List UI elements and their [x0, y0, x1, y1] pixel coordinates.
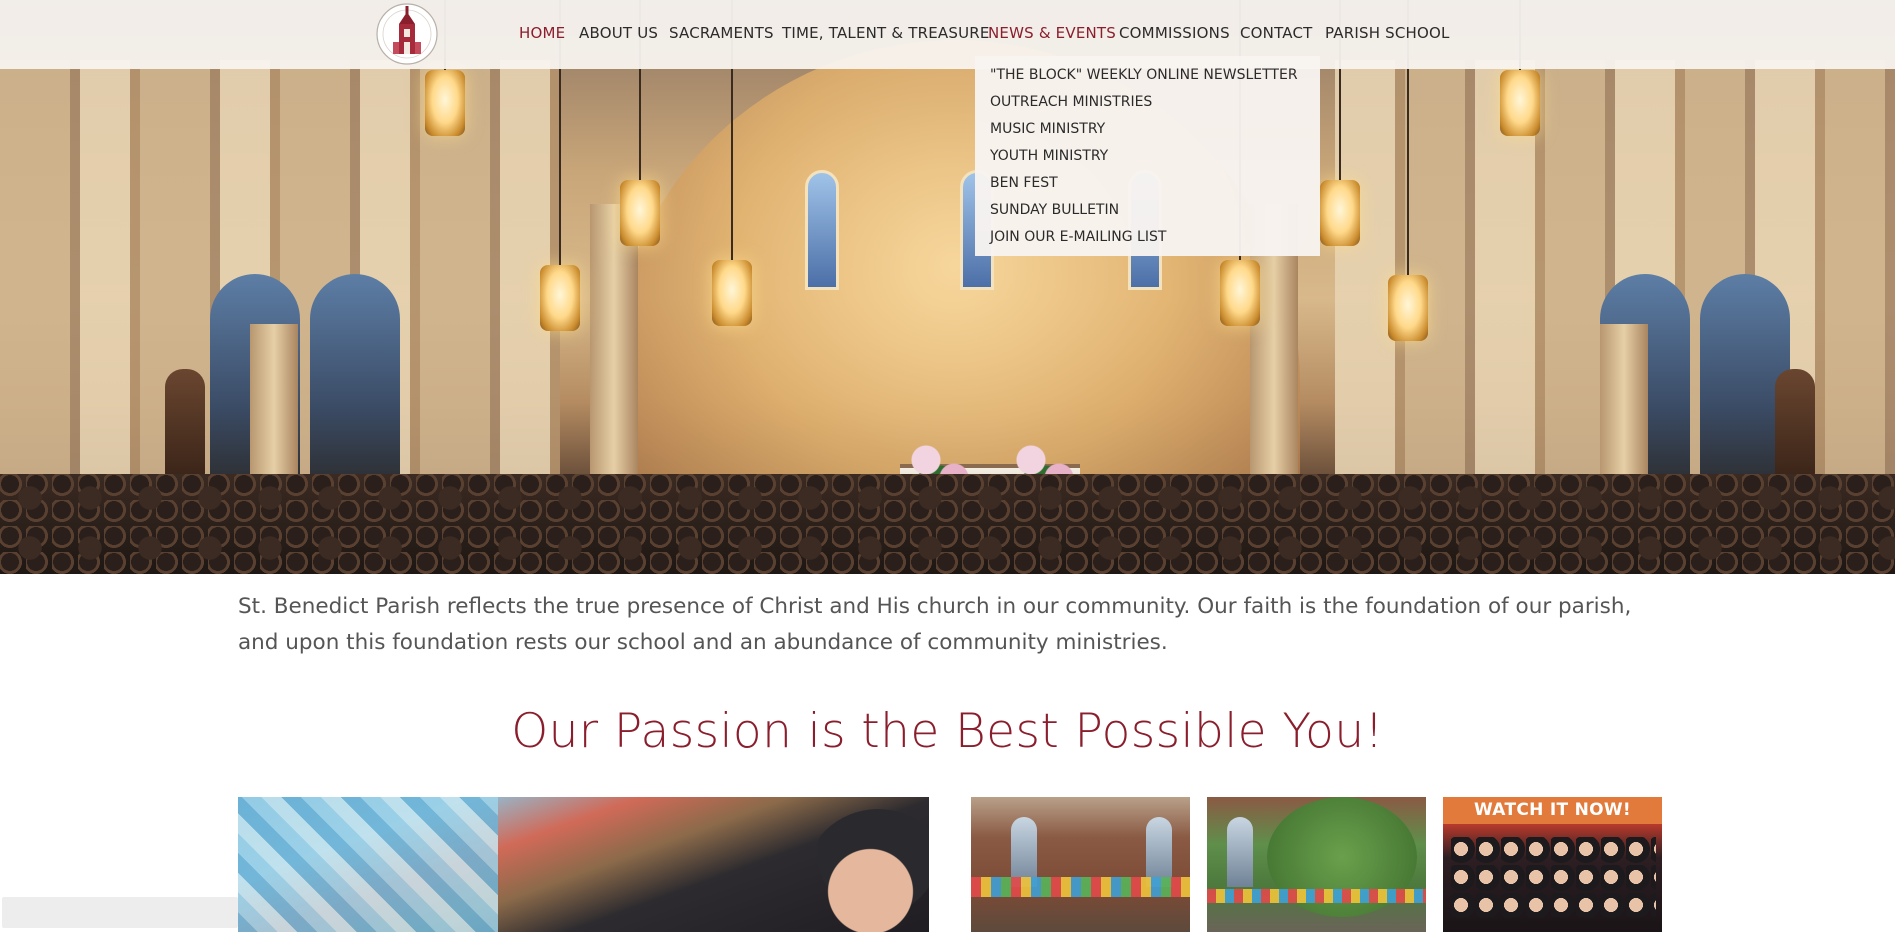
hanging-lamp	[1500, 0, 1540, 136]
choir-photo	[1451, 837, 1656, 917]
dropdown-item-ben-fest[interactable]: BEN FEST	[990, 170, 1305, 197]
hanging-lamp	[712, 0, 752, 326]
student-photo	[803, 809, 929, 932]
nav-commissions[interactable]: COMMISSIONS	[1119, 24, 1230, 42]
statue	[165, 369, 205, 479]
dropdown-item-the-block-newsletter[interactable]: "THE BLOCK" WEEKLY ONLINE NEWSLETTER	[990, 62, 1305, 89]
hanging-lamp	[1388, 0, 1428, 341]
dropdown-item-sunday-bulletin[interactable]: SUNDAY BULLETIN	[990, 197, 1305, 224]
column	[1600, 324, 1648, 484]
hanging-lamp	[620, 0, 660, 246]
festival-flags	[971, 877, 1190, 897]
nav-news-events[interactable]: NEWS & EVENTS	[988, 24, 1116, 42]
site-header: HOME ABOUT US SACRAMENTS TIME, TALENT & …	[0, 0, 1895, 69]
hanging-lamp	[540, 0, 580, 331]
hero-image	[0, 0, 1895, 574]
cookie-consent-bar[interactable]	[2, 897, 238, 928]
side-arch	[310, 274, 400, 494]
nav-home[interactable]: HOME	[519, 24, 565, 42]
nav-time-talent-treasure[interactable]: TIME, TALENT & TREASURE	[782, 24, 990, 42]
dropdown-item-join-mailing-list[interactable]: JOIN OUR E-MAILING LIST	[990, 224, 1305, 251]
nav-sacraments[interactable]: SACRAMENTS	[669, 24, 774, 42]
feature-tile-school[interactable]	[238, 797, 929, 932]
dropdown-item-youth-ministry[interactable]: YOUTH MINISTRY	[990, 143, 1305, 170]
watch-it-now-banner: WATCH IT NOW!	[1443, 797, 1662, 824]
nav-parish-school[interactable]: PARISH SCHOOL	[1325, 24, 1450, 42]
hanging-lamp	[1320, 0, 1360, 246]
classroom-board	[238, 797, 498, 932]
nav-about-us[interactable]: ABOUT US	[579, 24, 658, 42]
church-window	[1227, 817, 1253, 887]
stained-glass-window	[805, 170, 839, 290]
news-events-dropdown: "THE BLOCK" WEEKLY ONLINE NEWSLETTER OUT…	[975, 56, 1320, 256]
feature-tile-church-exterior[interactable]	[971, 797, 1190, 932]
hanging-lamp	[1220, 0, 1260, 326]
section-headline: Our Passion is the Best Possible You!	[511, 704, 1384, 759]
festival-flags	[1207, 889, 1426, 903]
hanging-lamp	[425, 0, 465, 136]
column	[250, 324, 298, 484]
feature-tile-watch-it-now[interactable]: WATCH IT NOW!	[1443, 797, 1662, 932]
dropdown-item-music-ministry[interactable]: MUSIC MINISTRY	[990, 116, 1305, 143]
congregation	[0, 474, 1895, 574]
intro-paragraph: St. Benedict Parish reflects the true pr…	[238, 594, 1632, 655]
statue	[1775, 369, 1815, 479]
nav-contact[interactable]: CONTACT	[1240, 24, 1313, 42]
dropdown-item-outreach-ministries[interactable]: OUTREACH MINISTRIES	[990, 89, 1305, 116]
church-tower-seal-icon[interactable]	[375, 2, 439, 66]
column	[590, 204, 638, 484]
feature-tile-ben-fest[interactable]	[1207, 797, 1426, 932]
